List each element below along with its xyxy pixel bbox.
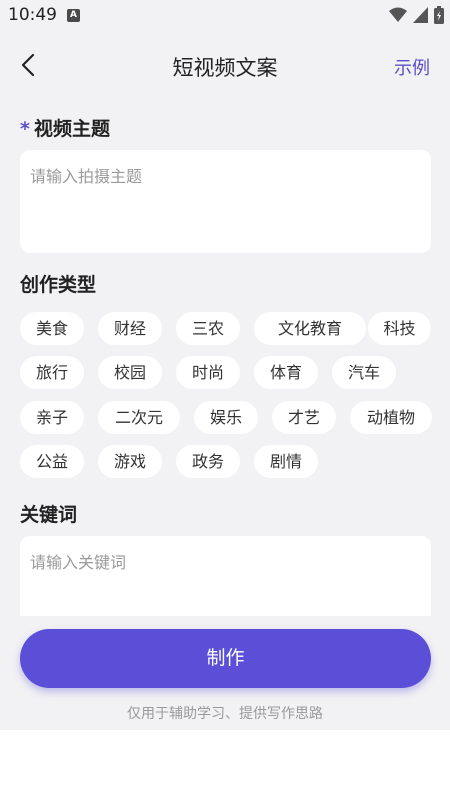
status-bar: 10:49 A — [0, 0, 450, 30]
status-time: 10:49 — [8, 5, 57, 25]
topic-input[interactable]: 请输入拍摄主题 — [20, 150, 431, 253]
wifi-icon — [389, 7, 407, 22]
keywords-placeholder: 请输入关键词 — [30, 553, 127, 572]
type-chip[interactable]: 动植物 — [350, 401, 432, 434]
type-chip[interactable]: 才艺 — [272, 401, 336, 434]
make-button[interactable]: 制作 — [20, 629, 431, 688]
topic-placeholder: 请输入拍摄主题 — [30, 167, 143, 186]
type-section-title: 创作类型 — [20, 274, 97, 296]
notification-a-icon: A — [67, 9, 80, 22]
example-button[interactable]: 示例 — [394, 54, 430, 80]
screen: 10:49 A 短视频文案 示例 * 视频主题 请输入拍摄主题 创作类型 美食 … — [0, 0, 450, 730]
topic-title: 视频主题 — [33, 118, 110, 140]
type-chip[interactable]: 文化教育 — [254, 312, 366, 345]
type-chip[interactable]: 时尚 — [176, 356, 240, 389]
type-chip[interactable]: 娱乐 — [194, 401, 258, 434]
page-title: 短视频文案 — [172, 56, 278, 80]
topic-section-title: * 视频主题 — [20, 114, 110, 141]
keywords-input[interactable]: 请输入关键词 — [20, 536, 431, 616]
type-chip[interactable]: 汽车 — [332, 356, 396, 389]
battery-icon — [434, 6, 444, 24]
type-chip[interactable]: 游戏 — [98, 445, 162, 478]
type-chip[interactable]: 财经 — [98, 312, 162, 345]
type-chip[interactable]: 二次元 — [98, 401, 180, 434]
disclaimer-note: 仅用于辅助学习、提供写作思路 — [127, 706, 323, 722]
type-chip[interactable]: 科技 — [368, 312, 431, 345]
type-chip[interactable]: 体育 — [254, 356, 318, 389]
nav-bar: 短视频文案 示例 — [0, 40, 450, 92]
type-chip[interactable]: 校园 — [98, 356, 162, 389]
type-chip[interactable]: 美食 — [20, 312, 84, 345]
type-chip[interactable]: 剧情 — [254, 445, 318, 478]
type-chip[interactable]: 政务 — [176, 445, 240, 478]
type-chip[interactable]: 公益 — [20, 445, 84, 478]
required-mark: * — [20, 118, 30, 140]
signal-icon — [413, 7, 428, 23]
type-chip[interactable]: 亲子 — [20, 401, 84, 434]
type-chip[interactable]: 旅行 — [20, 356, 84, 389]
keywords-section-title: 关键词 — [20, 504, 78, 526]
type-chip[interactable]: 三农 — [176, 312, 240, 345]
system-icons — [389, 6, 444, 24]
